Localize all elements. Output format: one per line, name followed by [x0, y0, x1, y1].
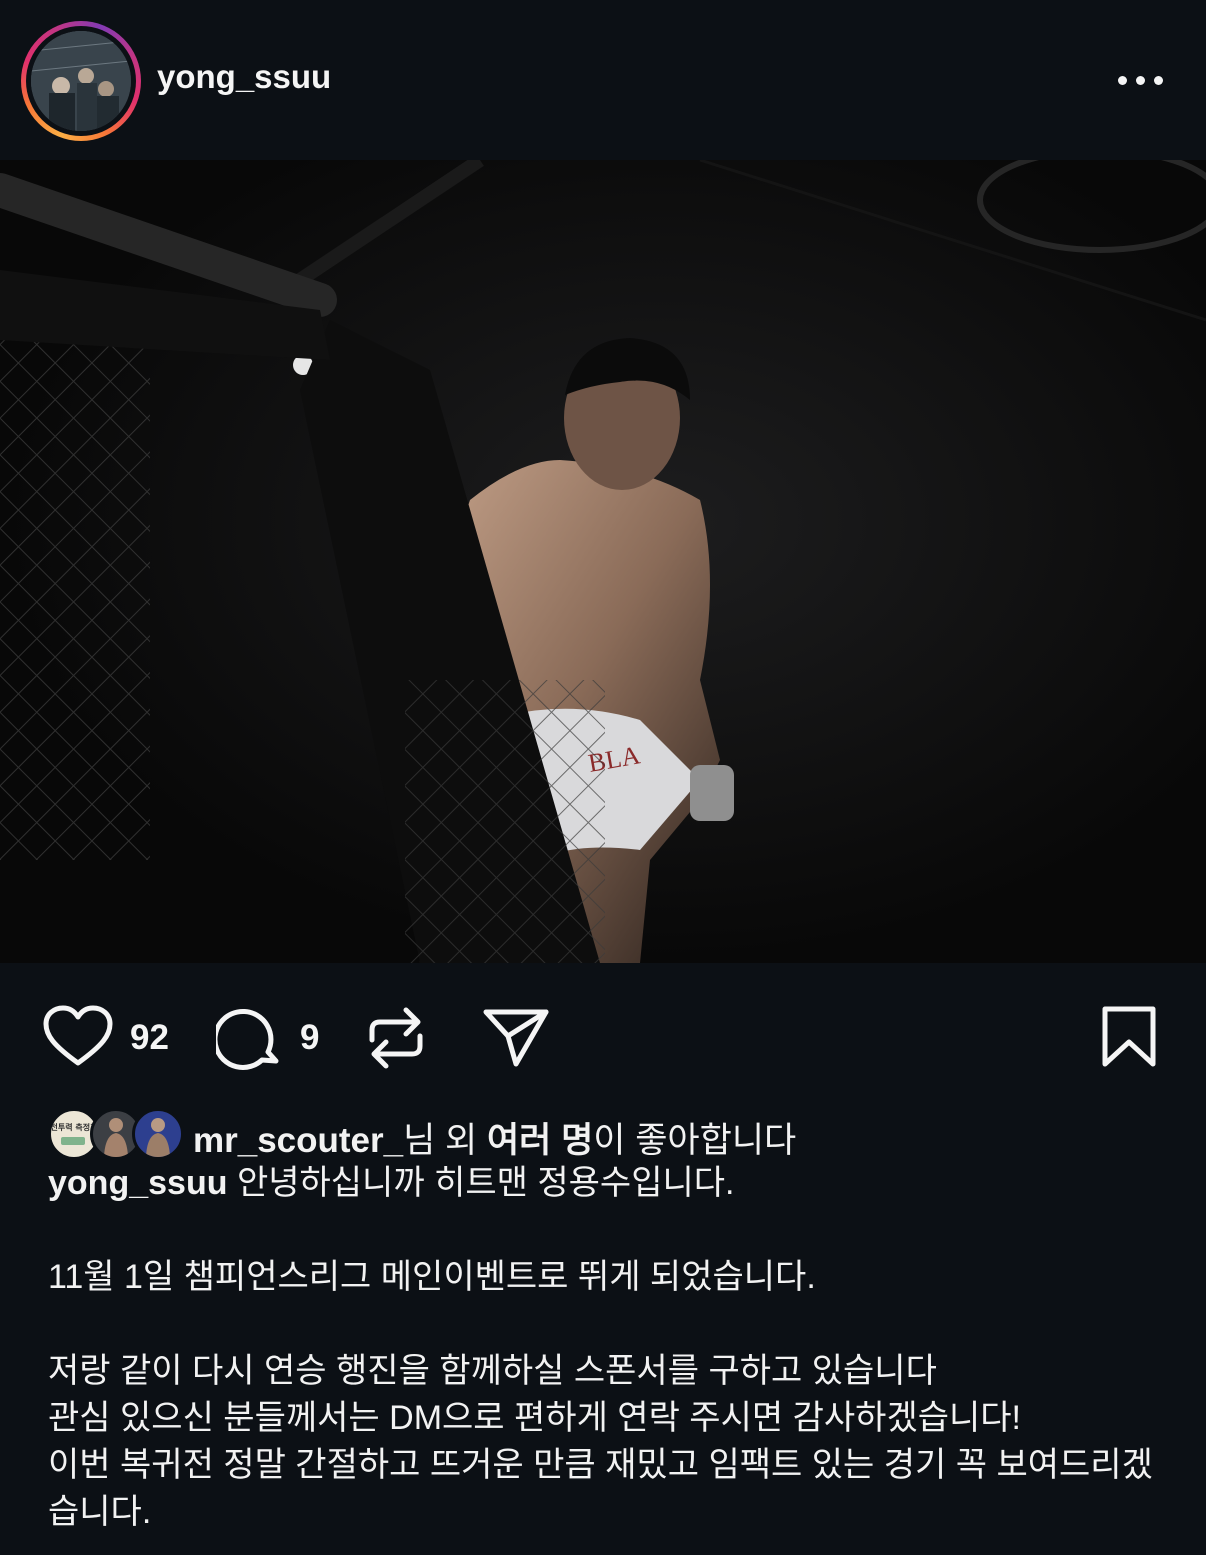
caption-line: 11월 1일 챔피언스리그 메인이벤트로 뛰게 되었습니다. [48, 1258, 816, 1296]
liked-by-row[interactable]: 전투력 측정기 mr_scouter_님 외 여러 명이 좋아합니다 [48, 1108, 1168, 1164]
avatar-photo [31, 31, 131, 131]
liker-username[interactable]: mr_scouter_ [193, 1121, 403, 1160]
post-username[interactable]: yong_ssuu [157, 58, 331, 96]
caption-line: 이번 복귀전 정말 간절하고 뜨거운 만큼 재밌고 임팩트 있는 경기 꼭 보여… [48, 1446, 1153, 1484]
caption-line: 저랑 같이 다시 연승 행진을 함께하실 스폰서를 구하고 있습니다 [48, 1352, 937, 1390]
post-caption: yong_ssuu 안녕하십니까 히트맨 정용수입니다. 11월 1일 챔피언스… [48, 1160, 1168, 1536]
caption-username[interactable]: yong_ssuu [48, 1164, 227, 1202]
caption-line: 관심 있으신 분들께서는 DM으로 편하게 연락 주시면 감사하겠습니다! [48, 1399, 1022, 1437]
caption-line: 습니다. [48, 1493, 152, 1531]
heart-icon[interactable] [43, 1005, 113, 1069]
repost-icon[interactable] [366, 1004, 426, 1072]
liker-avatar [132, 1108, 184, 1160]
others-link[interactable]: 여러 명 [487, 1121, 593, 1160]
bookmark-icon[interactable] [1100, 1005, 1158, 1069]
post-header: yong_ssuu [0, 0, 1206, 160]
caption-line: 안녕하십니까 히트맨 정용수입니다. [236, 1164, 735, 1202]
send-icon[interactable] [482, 1006, 550, 1068]
liked-by-text[interactable]: mr_scouter_님 외 여러 명이 좋아합니다 [193, 1112, 796, 1163]
more-options-icon[interactable] [1110, 60, 1170, 100]
post-image[interactable]: BLA [0, 160, 1206, 963]
profile-avatar[interactable] [21, 21, 141, 141]
comment-icon[interactable] [212, 1005, 282, 1071]
comment-count[interactable]: 9 [300, 1018, 319, 1058]
like-count[interactable]: 92 [130, 1018, 169, 1058]
